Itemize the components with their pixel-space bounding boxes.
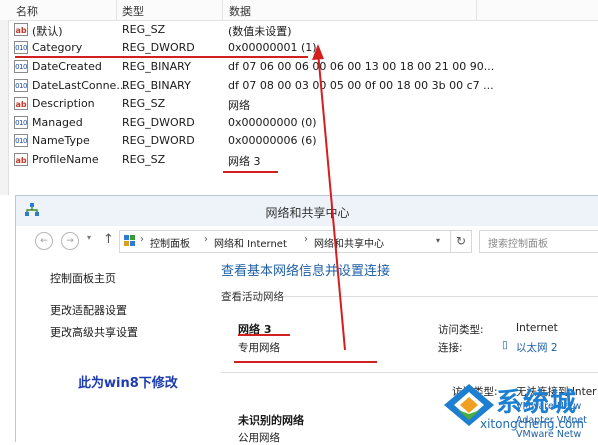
arrow-line [317,51,346,351]
red-annotation-overlay [15,44,377,363]
arrow-head-icon [312,44,324,60]
watermark: 系统城 xitongcheng.com [440,380,598,441]
